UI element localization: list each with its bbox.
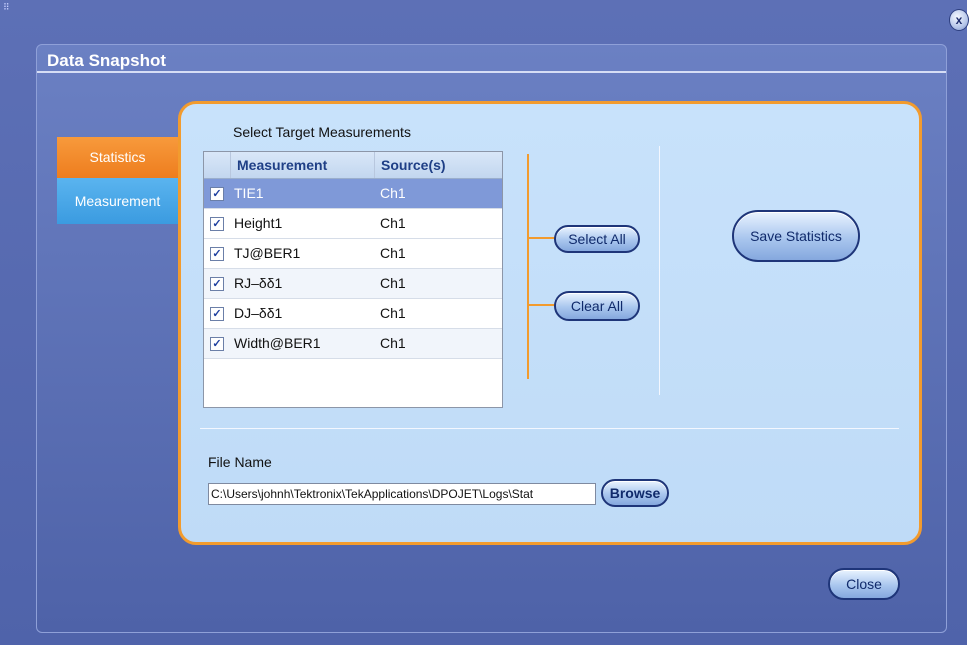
select-all-button[interactable]: Select All [554, 225, 640, 253]
table-row[interactable]: ✓ TJ@BER1 Ch1 [204, 239, 502, 269]
source-cell: Ch1 [380, 335, 406, 351]
clear-all-button[interactable]: Clear All [554, 291, 640, 321]
window-close-button[interactable]: x [949, 9, 969, 31]
select-target-label: Select Target Measurements [233, 124, 411, 140]
table-row[interactable]: ✓ TIE1 Ch1 [204, 179, 502, 209]
source-cell: Ch1 [380, 245, 406, 261]
data-snapshot-dialog: Data Snapshot Statistics Measurement Sel… [36, 44, 947, 633]
bracket-tick [527, 237, 555, 239]
row-checkbox[interactable]: ✓ [210, 246, 224, 261]
measurement-cell: DJ–δδ1 [234, 305, 283, 321]
browse-button[interactable]: Browse [601, 479, 669, 507]
app-background: ⠿ x Data Snapshot Statistics Measurement… [0, 0, 969, 645]
dialog-title: Data Snapshot [47, 51, 167, 70]
title-divider [37, 71, 946, 73]
row-checkbox[interactable]: ✓ [210, 336, 224, 351]
table-row[interactable]: ✓ Height1 Ch1 [204, 209, 502, 239]
source-cell: Ch1 [380, 305, 406, 321]
source-cell: Ch1 [380, 185, 406, 201]
row-checkbox[interactable]: ✓ [210, 216, 224, 231]
measurement-cell: TJ@BER1 [234, 245, 301, 261]
row-checkbox[interactable]: ✓ [210, 186, 224, 201]
save-statistics-button[interactable]: Save Statistics [732, 210, 860, 262]
header-check-column [204, 152, 231, 178]
source-cell: Ch1 [380, 275, 406, 291]
table-row[interactable]: ✓ DJ–δδ1 Ch1 [204, 299, 502, 329]
measurement-cell: TIE1 [234, 185, 264, 201]
bracket-tick [527, 304, 555, 306]
close-button[interactable]: Close [828, 568, 900, 600]
measurement-cell: RJ–δδ1 [234, 275, 283, 291]
close-icon: x [955, 13, 963, 27]
button-group-bracket [527, 154, 529, 379]
source-cell: Ch1 [380, 215, 406, 231]
tab-measurement[interactable]: Measurement [57, 178, 178, 224]
table-row[interactable]: ✓ RJ–δδ1 Ch1 [204, 269, 502, 299]
tab-statistics-label: Statistics [89, 149, 146, 165]
table-row[interactable]: ✓ Width@BER1 Ch1 [204, 329, 502, 359]
measurement-table: Measurement Source(s) ✓ TIE1 Ch1 ✓ Heigh… [203, 151, 503, 408]
tab-measurement-label: Measurement [74, 193, 161, 209]
file-name-input[interactable] [208, 483, 596, 505]
column-header-sources[interactable]: Source(s) [375, 152, 502, 178]
table-header: Measurement Source(s) [204, 152, 502, 179]
measurement-cell: Height1 [234, 215, 283, 231]
measurement-cell: Width@BER1 [234, 335, 321, 351]
row-checkbox[interactable]: ✓ [210, 306, 224, 321]
file-name-label: File Name [208, 454, 272, 470]
statistics-panel: Select Target Measurements Measurement S… [178, 101, 922, 545]
vertical-divider [659, 146, 660, 395]
resize-grip-icon: ⠿ [3, 2, 10, 12]
row-checkbox[interactable]: ✓ [210, 276, 224, 291]
column-header-measurement[interactable]: Measurement [231, 152, 375, 178]
tab-statistics[interactable]: Statistics [57, 137, 178, 178]
horizontal-divider [200, 428, 899, 429]
